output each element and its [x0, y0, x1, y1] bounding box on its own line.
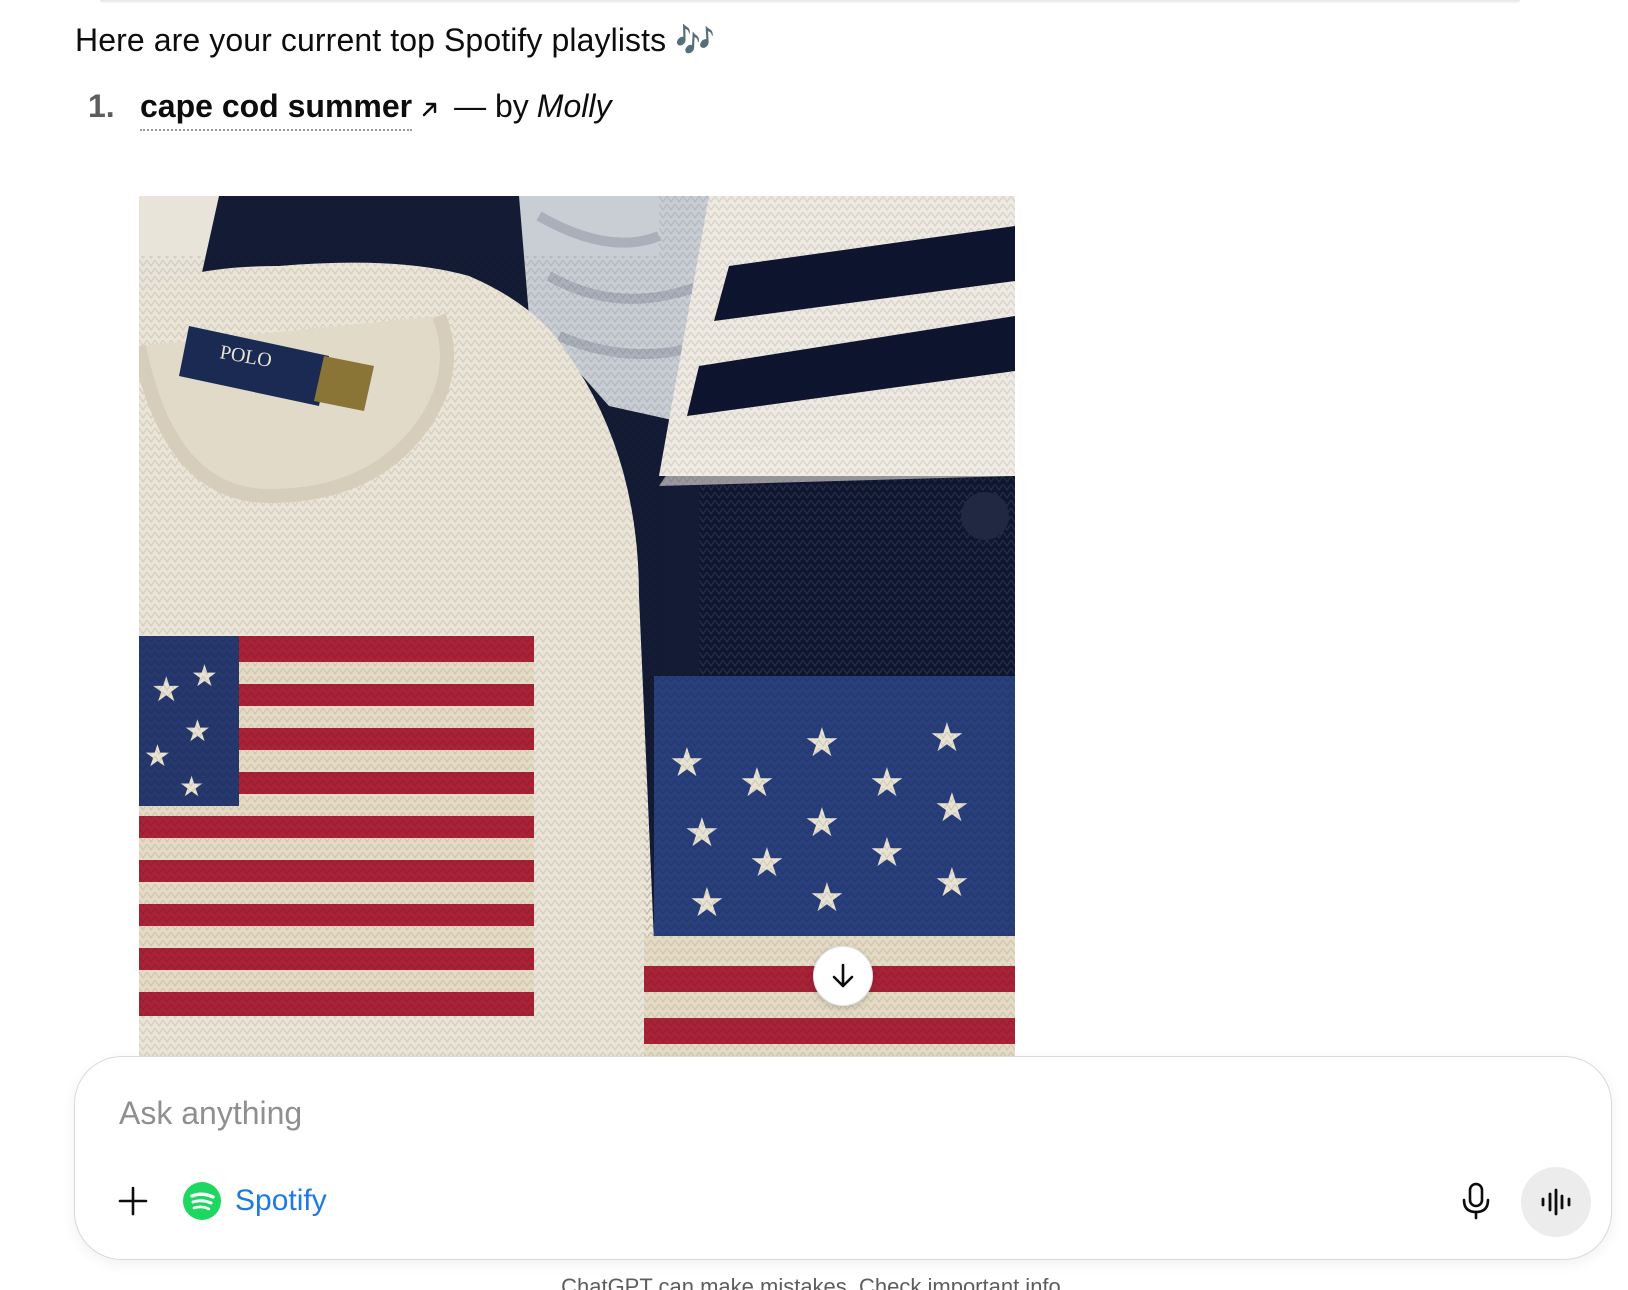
- list-number: 1.: [88, 88, 115, 124]
- chat-page: Here are your current top Spotify playli…: [0, 0, 1628, 1290]
- plus-icon: [118, 1186, 148, 1216]
- scroll-to-bottom-button[interactable]: [813, 946, 873, 1006]
- spotify-logo-icon: [183, 1182, 221, 1220]
- external-link-icon[interactable]: [420, 86, 440, 117]
- spotify-connector-chip[interactable]: Spotify: [183, 1179, 327, 1223]
- playlist-link[interactable]: cape cod summer: [140, 84, 413, 131]
- add-attachment-button[interactable]: [111, 1179, 155, 1223]
- message-composer: Spotify: [74, 1056, 1612, 1260]
- playlist-cover-image[interactable]: POLO ★ ★ ★ ★ ★ ★ ★ ★ ★ ★ ★ ★ ★ ★: [139, 196, 1015, 1056]
- playlist-list-item: 1. cape cod summer — by Molly: [88, 84, 611, 131]
- assistant-intro-text: Here are your current top Spotify playli…: [75, 22, 716, 58]
- spotify-label: Spotify: [235, 1184, 327, 1217]
- top-divider: [100, 0, 1520, 3]
- ask-anything-input[interactable]: [117, 1087, 1421, 1139]
- playlist-author: Molly: [536, 88, 612, 124]
- disclaimer-text: ChatGPT can make mistakes. Check importa…: [561, 1274, 1067, 1290]
- voice-mode-button[interactable]: [1521, 1167, 1591, 1237]
- by-separator: — by: [454, 88, 529, 124]
- arrow-down-icon: [832, 963, 854, 988]
- dictate-button[interactable]: [1453, 1178, 1499, 1224]
- microphone-icon: [1462, 1182, 1490, 1220]
- voice-waveform-icon: [1541, 1188, 1571, 1216]
